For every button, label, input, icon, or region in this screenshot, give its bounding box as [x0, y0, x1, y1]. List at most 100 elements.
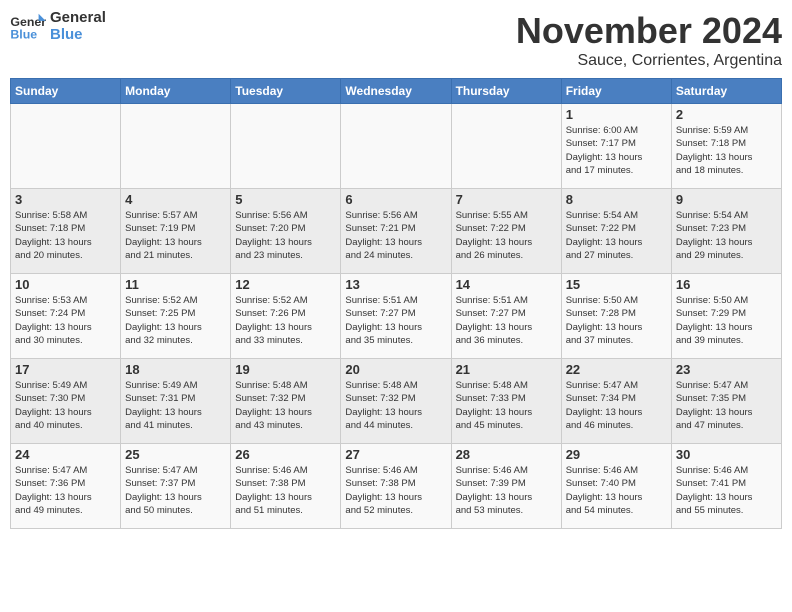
day-info: Sunrise: 5:50 AM Sunset: 7:28 PM Dayligh… [566, 294, 667, 347]
calendar-cell: 17 Sunrise: 5:49 AM Sunset: 7:30 PM Dayli… [11, 359, 121, 444]
day-number: 9 [676, 192, 777, 207]
day-info: Sunrise: 5:53 AM Sunset: 7:24 PM Dayligh… [15, 294, 116, 347]
calendar-cell: 30 Sunrise: 5:46 AM Sunset: 7:41 PM Dayli… [671, 444, 781, 529]
calendar-cell: 18 Sunrise: 5:49 AM Sunset: 7:31 PM Dayli… [121, 359, 231, 444]
calendar-cell: 14 Sunrise: 5:51 AM Sunset: 7:27 PM Dayli… [451, 274, 561, 359]
weekday-header-wednesday: Wednesday [341, 79, 451, 104]
day-info: Sunrise: 5:46 AM Sunset: 7:41 PM Dayligh… [676, 464, 777, 517]
calendar-cell: 13 Sunrise: 5:51 AM Sunset: 7:27 PM Dayli… [341, 274, 451, 359]
day-number: 23 [676, 362, 777, 377]
calendar-cell: 7 Sunrise: 5:55 AM Sunset: 7:22 PM Daylig… [451, 189, 561, 274]
calendar-table: SundayMondayTuesdayWednesdayThursdayFrid… [10, 78, 782, 529]
day-number: 16 [676, 277, 777, 292]
day-info: Sunrise: 5:54 AM Sunset: 7:22 PM Dayligh… [566, 209, 667, 262]
calendar-cell: 10 Sunrise: 5:53 AM Sunset: 7:24 PM Dayli… [11, 274, 121, 359]
day-info: Sunrise: 5:57 AM Sunset: 7:19 PM Dayligh… [125, 209, 226, 262]
day-info: Sunrise: 5:52 AM Sunset: 7:25 PM Dayligh… [125, 294, 226, 347]
calendar-cell: 19 Sunrise: 5:48 AM Sunset: 7:32 PM Dayli… [231, 359, 341, 444]
day-info: Sunrise: 5:48 AM Sunset: 7:32 PM Dayligh… [345, 379, 446, 432]
day-number: 18 [125, 362, 226, 377]
calendar-cell [11, 104, 121, 189]
weekday-header-monday: Monday [121, 79, 231, 104]
day-number: 19 [235, 362, 336, 377]
day-info: Sunrise: 5:52 AM Sunset: 7:26 PM Dayligh… [235, 294, 336, 347]
day-info: Sunrise: 5:48 AM Sunset: 7:33 PM Dayligh… [456, 379, 557, 432]
day-info: Sunrise: 5:46 AM Sunset: 7:40 PM Dayligh… [566, 464, 667, 517]
header: General Blue General Blue November 2024 … [10, 10, 782, 70]
day-number: 13 [345, 277, 446, 292]
calendar-cell: 1 Sunrise: 6:00 AM Sunset: 7:17 PM Daylig… [561, 104, 671, 189]
day-number: 28 [456, 447, 557, 462]
calendar-cell [121, 104, 231, 189]
calendar-cell: 22 Sunrise: 5:47 AM Sunset: 7:34 PM Dayli… [561, 359, 671, 444]
day-info: Sunrise: 5:59 AM Sunset: 7:18 PM Dayligh… [676, 124, 777, 177]
weekday-header-friday: Friday [561, 79, 671, 104]
calendar-cell: 24 Sunrise: 5:47 AM Sunset: 7:36 PM Dayli… [11, 444, 121, 529]
day-info: Sunrise: 5:47 AM Sunset: 7:34 PM Dayligh… [566, 379, 667, 432]
calendar-cell: 15Sunrise: 5:50 AM Sunset: 7:28 PM Dayli… [561, 274, 671, 359]
svg-text:Blue: Blue [10, 27, 37, 41]
logo: General Blue General Blue [10, 10, 106, 43]
calendar-cell: 25 Sunrise: 5:47 AM Sunset: 7:37 PM Dayli… [121, 444, 231, 529]
day-info: Sunrise: 5:54 AM Sunset: 7:23 PM Dayligh… [676, 209, 777, 262]
day-number: 20 [345, 362, 446, 377]
day-number: 29 [566, 447, 667, 462]
weekday-header-thursday: Thursday [451, 79, 561, 104]
calendar-cell: 27 Sunrise: 5:46 AM Sunset: 7:38 PM Dayli… [341, 444, 451, 529]
calendar-cell: 12 Sunrise: 5:52 AM Sunset: 7:26 PM Dayli… [231, 274, 341, 359]
day-number: 24 [15, 447, 116, 462]
day-number: 1 [566, 107, 667, 122]
day-number: 3 [15, 192, 116, 207]
day-number: 21 [456, 362, 557, 377]
calendar-cell: 2 Sunrise: 5:59 AM Sunset: 7:18 PM Daylig… [671, 104, 781, 189]
day-number: 6 [345, 192, 446, 207]
day-number: 30 [676, 447, 777, 462]
day-number: 26 [235, 447, 336, 462]
day-number: 12 [235, 277, 336, 292]
calendar-cell: 29 Sunrise: 5:46 AM Sunset: 7:40 PM Dayli… [561, 444, 671, 529]
calendar-cell: 16 Sunrise: 5:50 AM Sunset: 7:29 PM Dayli… [671, 274, 781, 359]
calendar-cell: 5 Sunrise: 5:56 AM Sunset: 7:20 PM Daylig… [231, 189, 341, 274]
day-number: 14 [456, 277, 557, 292]
day-number: 5 [235, 192, 336, 207]
calendar-cell: 6 Sunrise: 5:56 AM Sunset: 7:21 PM Daylig… [341, 189, 451, 274]
calendar-cell: 4 Sunrise: 5:57 AM Sunset: 7:19 PM Daylig… [121, 189, 231, 274]
day-number: 27 [345, 447, 446, 462]
calendar-cell [341, 104, 451, 189]
day-number: 2 [676, 107, 777, 122]
day-info: Sunrise: 5:56 AM Sunset: 7:21 PM Dayligh… [345, 209, 446, 262]
calendar-cell: 21 Sunrise: 5:48 AM Sunset: 7:33 PM Dayli… [451, 359, 561, 444]
day-info: Sunrise: 5:49 AM Sunset: 7:30 PM Dayligh… [15, 379, 116, 432]
day-info: Sunrise: 5:46 AM Sunset: 7:39 PM Dayligh… [456, 464, 557, 517]
day-info: Sunrise: 5:51 AM Sunset: 7:27 PM Dayligh… [456, 294, 557, 347]
day-number: 8 [566, 192, 667, 207]
day-info: Sunrise: 5:50 AM Sunset: 7:29 PM Dayligh… [676, 294, 777, 347]
calendar-cell: 9 Sunrise: 5:54 AM Sunset: 7:23 PM Daylig… [671, 189, 781, 274]
day-info: Sunrise: 5:49 AM Sunset: 7:31 PM Dayligh… [125, 379, 226, 432]
day-info: Sunrise: 5:47 AM Sunset: 7:36 PM Dayligh… [15, 464, 116, 517]
day-number: 22 [566, 362, 667, 377]
calendar-cell: 8 Sunrise: 5:54 AM Sunset: 7:22 PM Daylig… [561, 189, 671, 274]
calendar-cell: 28 Sunrise: 5:46 AM Sunset: 7:39 PM Dayli… [451, 444, 561, 529]
day-info: Sunrise: 5:51 AM Sunset: 7:27 PM Dayligh… [345, 294, 446, 347]
day-number: 10 [15, 277, 116, 292]
day-number: 4 [125, 192, 226, 207]
day-number: 25 [125, 447, 226, 462]
day-info: Sunrise: 5:58 AM Sunset: 7:18 PM Dayligh… [15, 209, 116, 262]
day-number: 11 [125, 277, 226, 292]
location-title: Sauce, Corrientes, Argentina [516, 52, 782, 70]
day-number: 17 [15, 362, 116, 377]
calendar-cell: 23Sunrise: 5:47 AM Sunset: 7:35 PM Dayli… [671, 359, 781, 444]
day-number: 7 [456, 192, 557, 207]
calendar-cell [231, 104, 341, 189]
day-info: Sunrise: 5:48 AM Sunset: 7:32 PM Dayligh… [235, 379, 336, 432]
calendar-cell [451, 104, 561, 189]
day-info: Sunrise: 5:47 AM Sunset: 7:37 PM Dayligh… [125, 464, 226, 517]
day-info: Sunrise: 5:46 AM Sunset: 7:38 PM Dayligh… [345, 464, 446, 517]
weekday-header-saturday: Saturday [671, 79, 781, 104]
weekday-header-sunday: Sunday [11, 79, 121, 104]
day-info: Sunrise: 6:00 AM Sunset: 7:17 PM Dayligh… [566, 124, 667, 177]
day-info: Sunrise: 5:46 AM Sunset: 7:38 PM Dayligh… [235, 464, 336, 517]
day-info: Sunrise: 5:56 AM Sunset: 7:20 PM Dayligh… [235, 209, 336, 262]
day-info: Sunrise: 5:55 AM Sunset: 7:22 PM Dayligh… [456, 209, 557, 262]
